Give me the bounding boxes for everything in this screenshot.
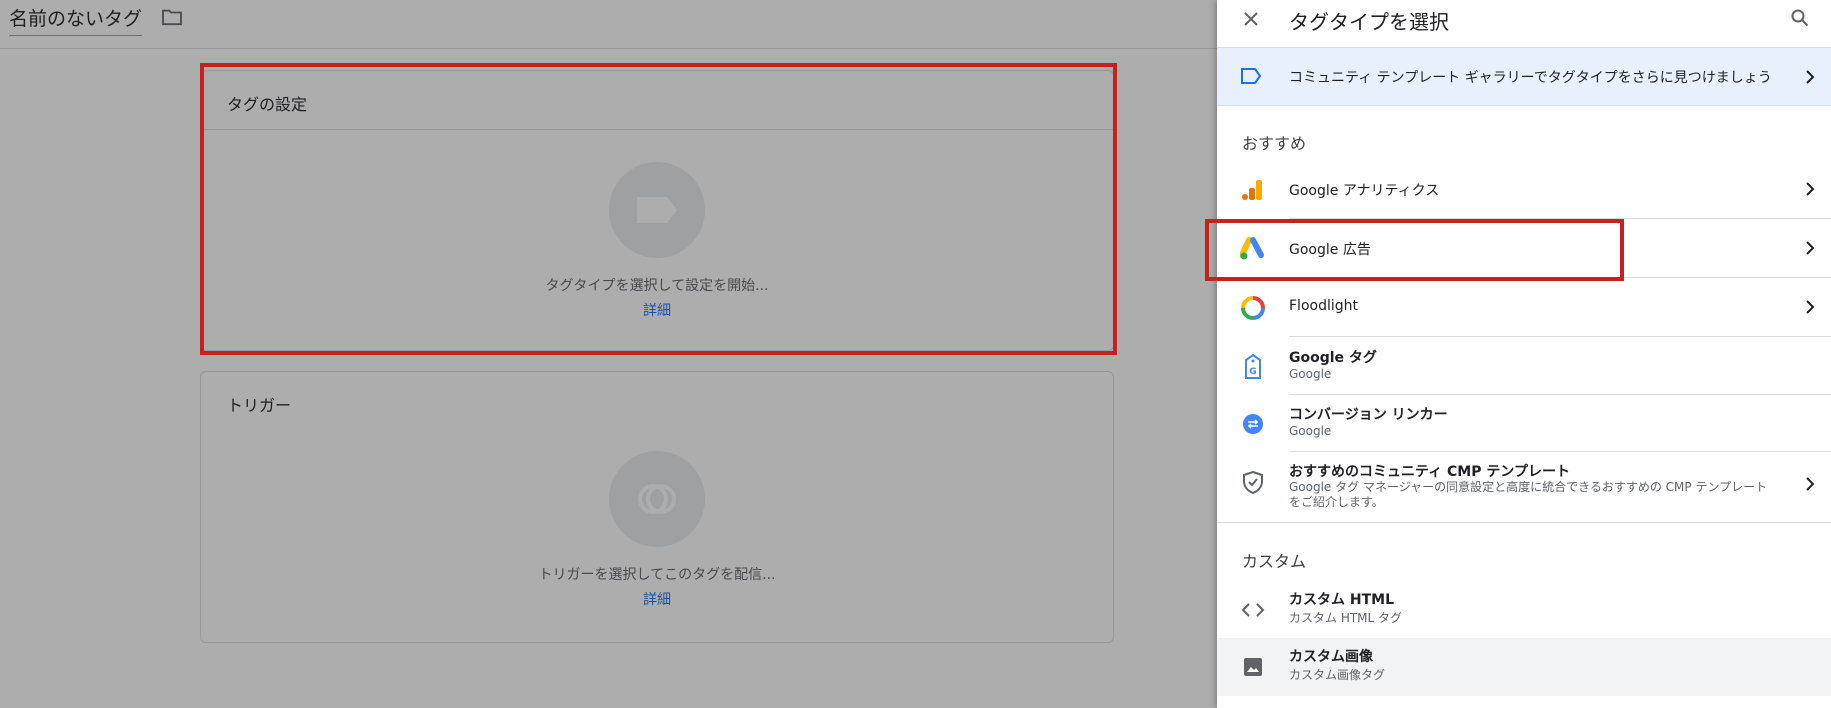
svg-text:G: G bbox=[1249, 367, 1256, 377]
tag-type-description: カスタム HTML タグ bbox=[1289, 611, 1403, 625]
tag-type-custom-html[interactable]: カスタム HTML カスタム HTML タグ bbox=[1217, 581, 1831, 638]
search-icon bbox=[1791, 9, 1809, 27]
tag-type-title: Google タグ bbox=[1289, 350, 1377, 366]
tag-type-title: Google アナリティクス bbox=[1289, 183, 1440, 199]
section-custom: カスタム bbox=[1242, 552, 1307, 571]
community-gallery-banner[interactable]: コミュニティ テンプレート ギャラリーでタグタイプをさらに見つけましょう bbox=[1217, 48, 1831, 106]
section-recommended: おすすめ bbox=[1242, 134, 1307, 153]
panel-header: タグタイプを選択 bbox=[1217, 0, 1831, 48]
tag-type-vendor: Google bbox=[1289, 424, 1332, 438]
community-gallery-text: コミュニティ テンプレート ギャラリーでタグタイプをさらに見つけましょう bbox=[1289, 70, 1772, 86]
search-button[interactable] bbox=[1787, 5, 1813, 31]
chevron-right-icon bbox=[1806, 241, 1815, 255]
code-icon bbox=[1239, 596, 1267, 624]
tag-type-title: カスタム画像 bbox=[1289, 649, 1373, 665]
chevron-right-icon bbox=[1806, 300, 1815, 314]
tag-type-google-analytics[interactable]: Google アナリティクス bbox=[1217, 160, 1831, 219]
google-tag-icon: G bbox=[1239, 353, 1267, 381]
tag-type-title: おすすめのコミュニティ CMP テンプレート bbox=[1289, 464, 1570, 480]
tag-type-community-cmp-templates[interactable]: おすすめのコミュニティ CMP テンプレート Google タグ マネージャーの… bbox=[1217, 452, 1831, 523]
close-icon bbox=[1244, 12, 1258, 26]
tag-type-title: コンバージョン リンカー bbox=[1289, 407, 1448, 423]
google-analytics-icon bbox=[1239, 176, 1267, 204]
chevron-right-icon bbox=[1806, 182, 1815, 196]
choose-tag-type-panel: タグタイプを選択 コミュニティ テンプレート ギャラリーでタグタイプをさらに見つ… bbox=[1217, 0, 1831, 708]
shield-check-icon bbox=[1239, 468, 1267, 496]
conversion-linker-icon bbox=[1239, 410, 1267, 438]
tag-type-conversion-linker[interactable]: コンバージョン リンカー Google bbox=[1217, 395, 1831, 452]
tag-outline-icon bbox=[1241, 68, 1262, 84]
floodlight-icon bbox=[1239, 294, 1267, 322]
panel-title: タグタイプを選択 bbox=[1289, 10, 1449, 34]
row-divider bbox=[1217, 522, 1831, 523]
tag-type-description: Google タグ マネージャーの同意設定と高度に統合できるおすすめの CMP … bbox=[1289, 480, 1768, 509]
tag-type-floodlight[interactable]: Floodlight bbox=[1217, 278, 1831, 337]
chevron-right-icon bbox=[1806, 70, 1815, 84]
image-icon bbox=[1239, 653, 1267, 681]
highlight-box-google-ads bbox=[1205, 219, 1624, 281]
tag-type-custom-image[interactable]: カスタム画像 カスタム画像タグ bbox=[1217, 638, 1831, 696]
tag-type-title: カスタム HTML bbox=[1289, 592, 1394, 608]
tag-type-title: Floodlight bbox=[1289, 298, 1358, 314]
close-button[interactable] bbox=[1238, 6, 1264, 32]
highlight-box-tag-configuration bbox=[200, 63, 1117, 355]
tag-type-google-tag[interactable]: G Google タグ Google bbox=[1217, 337, 1831, 395]
tag-type-vendor: Google bbox=[1289, 367, 1332, 381]
chevron-right-icon bbox=[1806, 477, 1815, 491]
tag-type-description: カスタム画像タグ bbox=[1289, 668, 1386, 682]
